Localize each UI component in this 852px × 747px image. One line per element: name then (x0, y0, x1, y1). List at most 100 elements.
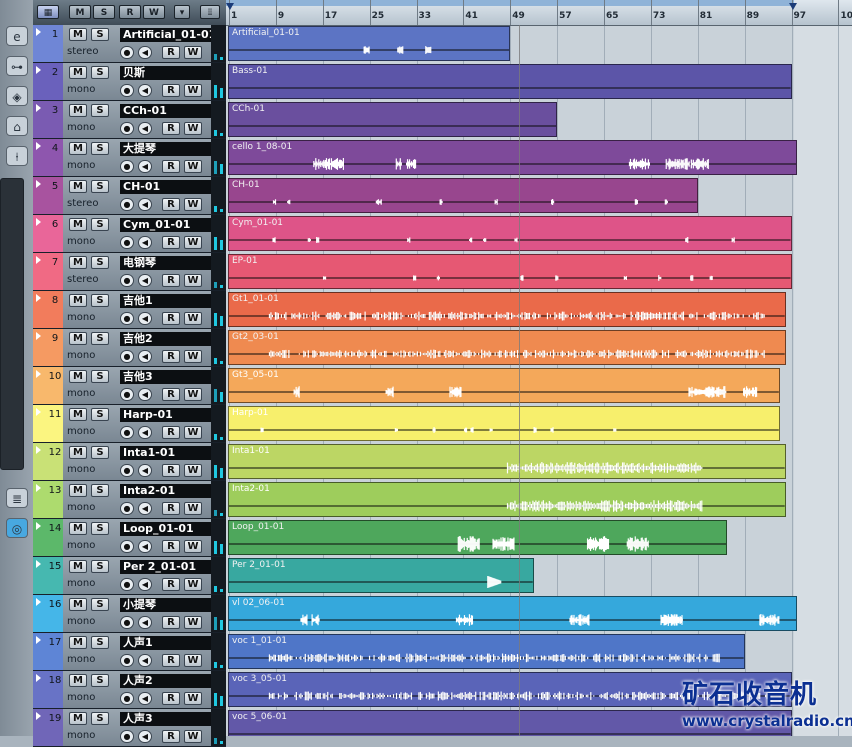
write-button[interactable]: W (184, 122, 202, 135)
read-button[interactable]: R (162, 502, 180, 515)
read-button[interactable]: R (162, 46, 180, 59)
monitor-icon[interactable]: ◀ (138, 426, 152, 439)
expand-arrow-icon[interactable] (36, 294, 41, 302)
audio-part[interactable]: Inta1-01 (228, 444, 786, 479)
audio-part[interactable]: Gt3_05-01 (228, 368, 780, 403)
write-button[interactable]: W (184, 350, 202, 363)
solo-button[interactable]: S (91, 218, 109, 231)
track-name[interactable]: 吉他3 (120, 370, 212, 384)
track-2[interactable]: 2 M S 贝斯 mono ● ◀ R W (33, 63, 226, 101)
monitor-icon[interactable]: ◀ (138, 160, 152, 173)
write-all-button[interactable]: W (143, 5, 165, 19)
record-enable-icon[interactable]: ● (120, 426, 134, 439)
record-enable-icon[interactable]: ● (120, 312, 134, 325)
mute-button[interactable]: M (69, 142, 87, 155)
expand-arrow-icon[interactable] (36, 370, 41, 378)
track-name[interactable]: 人声2 (120, 674, 212, 688)
mute-button[interactable]: M (69, 218, 87, 231)
monitor-icon[interactable]: ◀ (138, 46, 152, 59)
track-name[interactable]: 大提琴 (120, 142, 212, 156)
monitor-icon[interactable]: ◀ (138, 540, 152, 553)
monitor-icon[interactable]: ◀ (138, 654, 152, 667)
mute-button[interactable]: M (69, 636, 87, 649)
audio-part[interactable]: voc 1_01-01 (228, 634, 745, 669)
solo-button[interactable]: S (91, 294, 109, 307)
monitor-icon[interactable]: ◀ (138, 578, 152, 591)
chevron-down-icon[interactable]: ▾ (174, 5, 190, 19)
monitor-icon[interactable]: ◀ (138, 692, 152, 705)
solo-button[interactable]: S (91, 142, 109, 155)
audio-part[interactable]: CCh-01 (228, 102, 558, 137)
solo-all-button[interactable]: S (93, 5, 115, 19)
track-color[interactable]: 7 (33, 253, 63, 290)
mute-button[interactable]: M (69, 598, 87, 611)
expand-arrow-icon[interactable] (36, 598, 41, 606)
write-button[interactable]: W (184, 388, 202, 401)
read-button[interactable]: R (162, 84, 180, 97)
solo-button[interactable]: S (91, 104, 109, 117)
write-button[interactable]: W (184, 654, 202, 667)
write-button[interactable]: W (184, 198, 202, 211)
monitor-icon[interactable]: ◀ (138, 198, 152, 211)
expand-arrow-icon[interactable] (36, 560, 41, 568)
track-3[interactable]: 3 M S CCh-01 mono ● ◀ R W (33, 101, 226, 139)
monitor-icon[interactable]: ◀ (138, 502, 152, 515)
monitor-icon[interactable]: ◀ (138, 464, 152, 477)
read-button[interactable]: R (162, 388, 180, 401)
track-color[interactable]: 4 (33, 139, 63, 176)
track-color[interactable]: 18 (33, 671, 63, 708)
record-enable-icon[interactable]: ● (120, 198, 134, 211)
record-enable-icon[interactable]: ● (120, 502, 134, 515)
read-button[interactable]: R (162, 464, 180, 477)
solo-button[interactable]: S (91, 674, 109, 687)
track-color[interactable]: 14 (33, 519, 63, 556)
send-icon[interactable]: ⌂ (6, 116, 28, 136)
track-name[interactable]: Inta1-01 (120, 446, 212, 460)
locator-marker[interactable] (788, 3, 797, 10)
read-all-button[interactable]: R (119, 5, 141, 19)
read-button[interactable]: R (162, 160, 180, 173)
track-controls-icon[interactable]: ⦙⦙ (200, 5, 220, 19)
monitor-icon[interactable]: ◀ (138, 350, 152, 363)
read-button[interactable]: R (162, 540, 180, 553)
audio-part[interactable]: Gt1_01-01 (228, 292, 786, 327)
read-button[interactable]: R (162, 198, 180, 211)
track-color[interactable]: 15 (33, 557, 63, 594)
solo-button[interactable]: S (91, 560, 109, 573)
audio-part[interactable]: Artificial_01-01 (228, 26, 511, 61)
write-button[interactable]: W (184, 578, 202, 591)
expand-arrow-icon[interactable] (36, 180, 41, 188)
track-7[interactable]: 7 M S 电钢琴 stereo ● ◀ R W (33, 253, 226, 291)
track-color[interactable]: 5 (33, 177, 63, 214)
track-12[interactable]: 12 M S Inta1-01 mono ● ◀ R W (33, 443, 226, 481)
audio-part[interactable]: Gt2_03-01 (228, 330, 786, 365)
track-name[interactable]: 贝斯 (120, 66, 212, 80)
track-17[interactable]: 17 M S 人声1 mono ● ◀ R W (33, 633, 226, 671)
write-button[interactable]: W (184, 692, 202, 705)
expand-arrow-icon[interactable] (36, 408, 41, 416)
expand-arrow-icon[interactable] (36, 522, 41, 530)
expand-arrow-icon[interactable] (36, 636, 41, 644)
playback-cursor[interactable] (519, 25, 520, 736)
expand-arrow-icon[interactable] (36, 66, 41, 74)
mute-button[interactable]: M (69, 484, 87, 497)
zoom-icon[interactable]: ◎ (6, 518, 28, 538)
read-button[interactable]: R (162, 654, 180, 667)
read-button[interactable]: R (162, 426, 180, 439)
solo-button[interactable]: S (91, 484, 109, 497)
write-button[interactable]: W (184, 274, 202, 287)
mute-button[interactable]: M (69, 66, 87, 79)
track-name[interactable]: Inta2-01 (120, 484, 212, 498)
track-6[interactable]: 6 M S Cym_01-01 mono ● ◀ R W (33, 215, 226, 253)
write-button[interactable]: W (184, 540, 202, 553)
track-color[interactable]: 17 (33, 633, 63, 670)
track-name[interactable]: 吉他2 (120, 332, 212, 346)
record-enable-icon[interactable]: ● (120, 274, 134, 287)
track-4[interactable]: 4 M S 大提琴 mono ● ◀ R W (33, 139, 226, 177)
expand-arrow-icon[interactable] (36, 28, 41, 36)
solo-button[interactable]: S (91, 370, 109, 383)
solo-button[interactable]: S (91, 522, 109, 535)
audio-part[interactable]: Loop_01-01 (228, 520, 728, 555)
monitor-icon[interactable]: ◀ (138, 236, 152, 249)
read-button[interactable]: R (162, 236, 180, 249)
